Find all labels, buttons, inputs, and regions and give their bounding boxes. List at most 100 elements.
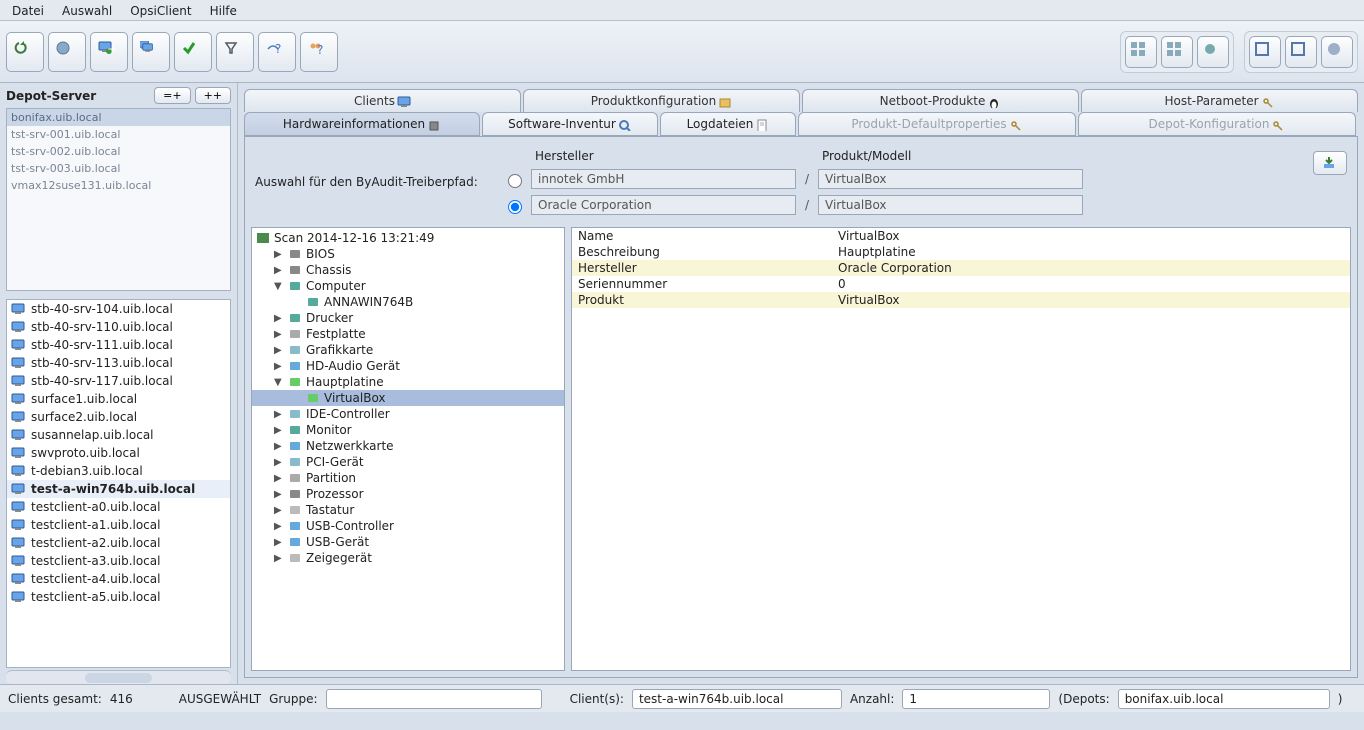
menu-auswahl[interactable]: Auswahl [54, 2, 120, 18]
wifi-help-button[interactable] [258, 32, 296, 72]
tree-node[interactable]: ▶HD-Audio Gerät [252, 358, 564, 374]
tree-node[interactable]: VirtualBox [252, 390, 564, 406]
client-item[interactable]: testclient-a0.uib.local [7, 498, 230, 516]
tree-node[interactable]: ▶Prozessor [252, 486, 564, 502]
client-hscroll[interactable] [6, 670, 231, 684]
twisty-icon[interactable]: ▶ [274, 473, 284, 484]
menu-opsiclient[interactable]: OpsiClient [122, 2, 199, 18]
tree-node[interactable]: ▶Monitor [252, 422, 564, 438]
menu-hilfe[interactable]: Hilfe [202, 2, 245, 18]
tab-netboot-produkte[interactable]: Netboot-Produkte [802, 89, 1079, 112]
twisty-icon[interactable]: ▶ [274, 249, 284, 260]
new-client-button[interactable] [90, 32, 128, 72]
twisty-icon[interactable]: ▶ [274, 409, 284, 420]
frame-btn-2[interactable] [1285, 36, 1317, 68]
client-item[interactable]: stb-40-srv-104.uib.local [7, 300, 230, 318]
clients-button[interactable] [132, 32, 170, 72]
frame-btn-1[interactable] [1249, 36, 1281, 68]
tree-node[interactable]: ▶BIOS [252, 246, 564, 262]
tree-node[interactable]: ▶Zeigegerät [252, 550, 564, 566]
reload-button[interactable] [6, 32, 44, 72]
depot-item[interactable]: tst-srv-001.uib.local [7, 126, 230, 143]
tree-node[interactable]: ▶Festplatte [252, 326, 564, 342]
depot-item[interactable]: tst-srv-003.uib.local [7, 160, 230, 177]
vendor-field-0[interactable]: innotek GmbH [531, 169, 796, 189]
client-item[interactable]: susannelap.uib.local [7, 426, 230, 444]
vendor-field-1[interactable]: Oracle Corporation [531, 195, 796, 215]
count-field[interactable]: 1 [902, 689, 1050, 709]
subtab-depot-konfiguration[interactable]: Depot-Konfiguration [1078, 112, 1356, 136]
twisty-icon[interactable]: ▼ [274, 377, 284, 388]
client-item[interactable]: stb-40-srv-113.uib.local [7, 354, 230, 372]
subtab-hardwareinformationen[interactable]: Hardwareinformationen [244, 112, 480, 136]
tree-node[interactable]: ▶Drucker [252, 310, 564, 326]
tree-node[interactable]: ▶Grafikkarte [252, 342, 564, 358]
subtab-logdateien[interactable]: Logdateien [660, 112, 796, 136]
client-item[interactable]: testclient-a2.uib.local [7, 534, 230, 552]
depot-item[interactable]: vmax12suse131.uib.local [7, 177, 230, 194]
client-item[interactable]: surface2.uib.local [7, 408, 230, 426]
group-field[interactable] [326, 689, 542, 709]
twisty-icon[interactable]: ▶ [274, 425, 284, 436]
grid-btn-2[interactable] [1161, 36, 1193, 68]
tree-node[interactable]: ▶USB-Gerät [252, 534, 564, 550]
client-item[interactable]: testclient-a4.uib.local [7, 570, 230, 588]
subtab-software-inventur[interactable]: Software-Inventur [482, 112, 658, 136]
client-item[interactable]: stb-40-srv-111.uib.local [7, 336, 230, 354]
depot-list[interactable]: bonifax.uib.localtst-srv-001.uib.localts… [6, 108, 231, 291]
tree-node[interactable]: ANNAWIN764B [252, 294, 564, 310]
tree-node[interactable]: ▼Hauptplatine [252, 374, 564, 390]
tab-clients[interactable]: Clients [244, 89, 521, 112]
tree-node[interactable]: ▶PCI-Gerät [252, 454, 564, 470]
globe-button[interactable] [48, 32, 86, 72]
menu-datei[interactable]: Datei [4, 2, 52, 18]
driver-download-button[interactable] [1313, 151, 1347, 175]
frame-btn-3[interactable] [1321, 36, 1353, 68]
grid-btn-3[interactable] [1197, 36, 1229, 68]
client-item[interactable]: testclient-a5.uib.local [7, 588, 230, 606]
check-button[interactable] [174, 32, 212, 72]
twisty-icon[interactable]: ▶ [274, 521, 284, 532]
model-field-1[interactable]: VirtualBox [818, 195, 1083, 215]
client-item[interactable]: t-debian3.uib.local [7, 462, 230, 480]
client-item[interactable]: surface1.uib.local [7, 390, 230, 408]
tree-node[interactable]: ▶USB-Controller [252, 518, 564, 534]
twisty-icon[interactable]: ▶ [274, 441, 284, 452]
twisty-icon[interactable]: ▶ [274, 265, 284, 276]
tab-produktkonfiguration[interactable]: Produktkonfiguration [523, 89, 800, 112]
depot-eqplus-button[interactable]: =+ [154, 87, 190, 104]
twisty-icon[interactable]: ▶ [274, 505, 284, 516]
client-item[interactable]: stb-40-srv-110.uib.local [7, 318, 230, 336]
twisty-icon[interactable]: ▶ [274, 489, 284, 500]
depot-item[interactable]: bonifax.uib.local [7, 109, 230, 126]
tree-root[interactable]: Scan 2014-12-16 13:21:49 [252, 230, 564, 246]
twisty-icon[interactable]: ▶ [274, 537, 284, 548]
hardware-tree[interactable]: Scan 2014-12-16 13:21:49▶BIOS▶Chassis▼Co… [251, 227, 565, 671]
client-item[interactable]: swvproto.uib.local [7, 444, 230, 462]
client-item[interactable]: test-a-win764b.uib.local [7, 480, 230, 498]
tree-node[interactable]: ▶Chassis [252, 262, 564, 278]
twisty-icon[interactable]: ▶ [274, 345, 284, 356]
depot-item[interactable]: tst-srv-002.uib.local [7, 143, 230, 160]
twisty-icon[interactable]: ▶ [274, 553, 284, 564]
model-field-0[interactable]: VirtualBox [818, 169, 1083, 189]
client-item[interactable]: testclient-a1.uib.local [7, 516, 230, 534]
client-item[interactable]: stb-40-srv-117.uib.local [7, 372, 230, 390]
tree-node[interactable]: ▶IDE-Controller [252, 406, 564, 422]
twisty-icon[interactable]: ▶ [274, 457, 284, 468]
client-item[interactable]: testclient-a3.uib.local [7, 552, 230, 570]
tree-node[interactable]: ▼Computer [252, 278, 564, 294]
tree-node[interactable]: ▶Tastatur [252, 502, 564, 518]
byaudit-radio-0[interactable] [508, 174, 522, 188]
clients-field[interactable]: test-a-win764b.uib.local [632, 689, 842, 709]
tree-node[interactable]: ▶Partition [252, 470, 564, 486]
depots-field[interactable]: bonifax.uib.local [1118, 689, 1330, 709]
twisty-icon[interactable]: ▶ [274, 329, 284, 340]
tab-host-parameter[interactable]: Host-Parameter [1081, 89, 1358, 112]
subtab-produkt-defaultproperties[interactable]: Produkt-Defaultproperties [798, 112, 1076, 136]
depot-plusplus-button[interactable]: ++ [195, 87, 231, 104]
twisty-icon[interactable]: ▼ [274, 281, 284, 292]
users-help-button[interactable] [300, 32, 338, 72]
filter-button[interactable] [216, 32, 254, 72]
tree-node[interactable]: ▶Netzwerkkarte [252, 438, 564, 454]
